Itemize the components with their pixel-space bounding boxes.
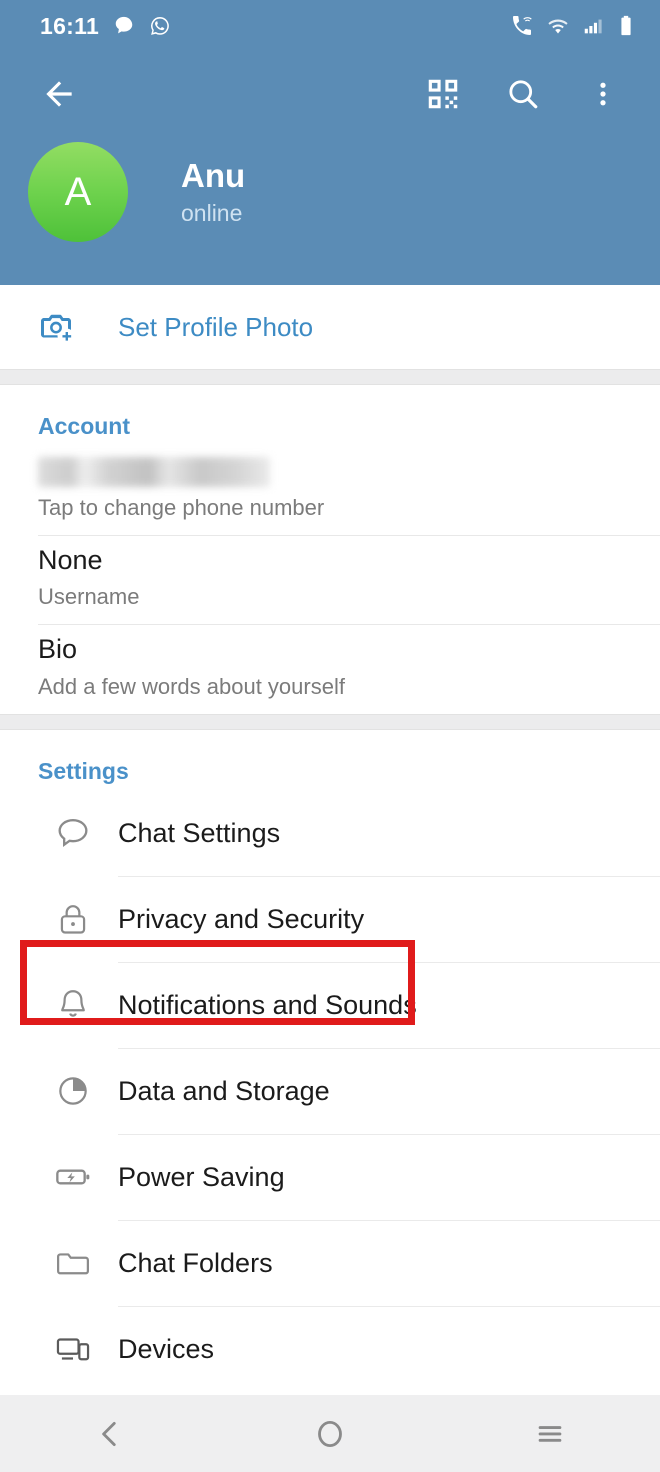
sidebar-item-notifications-and-sounds[interactable]: Notifications and Sounds — [0, 963, 660, 1048]
battery-icon — [621, 15, 631, 36]
wifi-icon — [548, 19, 568, 34]
android-navigation-bar — [0, 1395, 660, 1472]
phone-number-value — [38, 454, 660, 487]
camera-add-icon — [41, 314, 72, 341]
whatsapp-icon — [151, 17, 169, 35]
chat-bubble-icon — [33, 813, 113, 853]
section-divider-band — [0, 369, 660, 385]
phone-number-row[interactable]: Tap to change phone number — [0, 446, 660, 535]
sidebar-item-privacy-and-security[interactable]: Privacy and Security — [0, 877, 660, 962]
devices-icon — [33, 1330, 113, 1368]
username-label: Username — [38, 584, 140, 610]
lock-icon — [33, 900, 113, 938]
bio-row[interactable]: Bio Add a few words about yourself — [0, 625, 660, 713]
nav-recents-button[interactable] — [495, 1395, 605, 1472]
profile-summary[interactable]: A Anu online — [0, 142, 660, 242]
sidebar-item-label: Privacy and Security — [118, 903, 365, 934]
nav-recents-icon — [538, 1425, 562, 1442]
battery-bolt-icon — [33, 1157, 113, 1197]
redacted-phone-number — [38, 456, 270, 487]
sidebar-item-label: Chat Settings — [118, 817, 281, 848]
username-value: None — [38, 544, 103, 575]
back-button[interactable] — [30, 65, 88, 123]
qr-code-button[interactable] — [414, 65, 472, 123]
back-arrow-icon — [46, 81, 72, 107]
sidebar-item-label: Data and Storage — [118, 1075, 330, 1106]
message-bubble-icon — [115, 16, 133, 34]
sidebar-item-data-and-storage[interactable]: Data and Storage — [0, 1049, 660, 1134]
profile-status: online — [181, 199, 243, 226]
sidebar-item-label: Devices — [118, 1333, 215, 1364]
telegram-settings-screen: 16:11 A Anu online Set Profile Photo Acc… — [0, 0, 660, 1472]
bell-icon — [33, 986, 113, 1024]
bio-label: Add a few words about yourself — [38, 673, 345, 699]
set-profile-photo-label: Set Profile Photo — [118, 311, 314, 342]
account-section-title: Account — [38, 413, 130, 439]
status-bar: 16:11 — [0, 0, 660, 52]
overflow-menu-icon — [600, 82, 606, 106]
sidebar-item-label: Chat Folders — [118, 1247, 273, 1278]
profile-text: Anu online — [181, 157, 245, 227]
wifi-calling-icon — [513, 16, 532, 35]
section-divider-band — [0, 713, 660, 730]
search-button[interactable] — [494, 65, 552, 123]
set-profile-photo-row[interactable]: Set Profile Photo — [0, 285, 660, 369]
qr-code-icon — [428, 79, 458, 109]
pie-chart-icon — [33, 1072, 113, 1110]
overflow-menu-button[interactable] — [574, 65, 632, 123]
search-icon — [509, 80, 538, 109]
nav-back-icon — [102, 1421, 116, 1446]
avatar[interactable]: A — [28, 142, 128, 242]
sidebar-item-power-saving[interactable]: Power Saving — [0, 1135, 660, 1220]
bio-value: Bio — [38, 634, 78, 665]
folder-icon — [33, 1244, 113, 1282]
avatar-initial: A — [64, 169, 92, 214]
phone-number-label: Tap to change phone number — [38, 494, 325, 520]
sidebar-item-label: Notifications and Sounds — [118, 989, 417, 1020]
settings-section: Settings Chat Settings Privacy and Secur… — [0, 729, 660, 1392]
app-toolbar — [0, 52, 660, 136]
status-bar-clock: 16:11 — [40, 12, 100, 39]
app-header: 16:11 A Anu online — [0, 0, 660, 285]
status-bar-right — [510, 14, 636, 38]
sidebar-item-chat-settings[interactable]: Chat Settings — [0, 791, 660, 876]
status-bar-left: 16:11 — [40, 13, 171, 40]
sidebar-item-devices[interactable]: Devices — [0, 1307, 660, 1392]
nav-home-button[interactable] — [275, 1395, 385, 1472]
nav-back-button[interactable] — [55, 1395, 165, 1472]
sidebar-item-chat-folders[interactable]: Chat Folders — [0, 1221, 660, 1306]
settings-section-title: Settings — [38, 757, 129, 784]
username-row[interactable]: None Username — [0, 536, 660, 624]
account-section: Account Tap to change phone number None … — [0, 385, 660, 714]
nav-home-icon — [318, 1420, 342, 1447]
profile-name: Anu — [181, 157, 246, 195]
cellular-signal-icon — [584, 19, 602, 34]
sidebar-item-label: Power Saving — [118, 1161, 285, 1192]
